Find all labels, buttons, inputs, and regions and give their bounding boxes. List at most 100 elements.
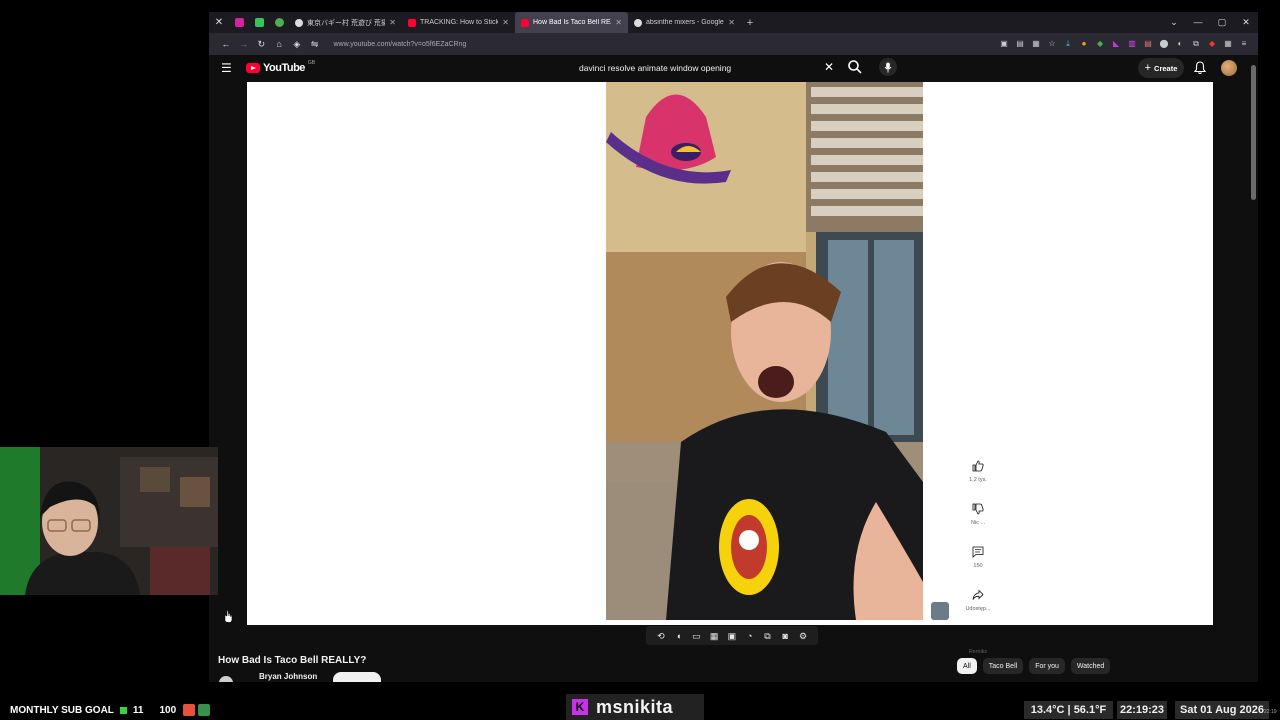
tab-absinthe[interactable]: absinthe mixers - Google Search ✕ — [628, 12, 741, 33]
taskbar-tray — [183, 704, 210, 716]
close-icon[interactable]: ✕ — [615, 18, 622, 27]
download-icon[interactable]: ⤓ — [1062, 38, 1074, 50]
chip-taco-bell[interactable]: Taco Bell — [982, 658, 1024, 674]
captions-icon[interactable]: ▭ — [691, 631, 702, 641]
bookmark-star-icon[interactable]: ☆ — [1046, 38, 1058, 50]
channel-avatar[interactable] — [218, 672, 234, 682]
reader-icon[interactable]: ▣ — [998, 38, 1010, 50]
search-input[interactable]: davinci resolve animate window opening — [568, 57, 841, 79]
comment-count: 150 — [973, 563, 983, 569]
comment-icon — [972, 546, 984, 558]
video-frame[interactable] — [606, 82, 923, 620]
close-icon[interactable]: ✕ — [389, 18, 396, 27]
sound-thumbnail[interactable] — [931, 602, 949, 620]
dislike-icon — [972, 503, 984, 515]
create-button[interactable]: + Create — [1138, 58, 1184, 78]
tab-buggy[interactable]: 東京バギー村 荒遊び 荒撮影 - ✕ — [289, 12, 402, 33]
chip-all[interactable]: All — [957, 658, 977, 674]
chevron-down-icon[interactable]: ⌄ — [1162, 17, 1186, 28]
new-tab-button[interactable]: + — [741, 17, 759, 29]
page-scrollbar[interactable] — [1249, 57, 1258, 682]
screenshot-icon[interactable]: ◙ — [780, 631, 791, 641]
action-column: 1,2 tys. Nic ... 150 Udostęp... Remiks — [962, 460, 994, 675]
audio-icon[interactable]: ◖ — [673, 631, 684, 641]
maximize-button[interactable]: ▢ — [1210, 17, 1234, 28]
close-icon[interactable]: ✕ — [502, 18, 509, 27]
tab-label: TRACKING: How to Stick an IMA — [420, 19, 499, 26]
miniplayer-icon[interactable]: ▣ — [726, 631, 737, 641]
back-button[interactable]: ← — [217, 39, 235, 49]
close-icon[interactable]: ✕ — [728, 18, 735, 27]
clip-icon[interactable]: ▦ — [709, 631, 720, 641]
close-window-button[interactable]: ✕ — [1234, 17, 1258, 28]
sub-goal-target: 100 — [159, 704, 177, 716]
home-button[interactable]: ⌂ — [270, 39, 288, 49]
extension-icon[interactable]: ▤ — [1142, 38, 1154, 50]
url-bar[interactable]: www.youtube.com/watch?v=o5f6EZaCRng — [328, 36, 999, 52]
voice-search-button[interactable] — [879, 58, 897, 76]
pip-icon[interactable]: ▤ — [1014, 38, 1026, 50]
like-button[interactable]: 1,2 tys. — [962, 460, 994, 503]
forward-button[interactable]: → — [235, 39, 253, 49]
player-control-bar: ⟲ ◖ ▭ ▦ ▣ ◔ ⧉ ◙ ⚙ — [646, 626, 818, 645]
microphone-icon — [884, 62, 892, 72]
youtube-icon — [521, 18, 529, 27]
extension-icon[interactable]: ▥ — [1126, 38, 1138, 50]
close-all-icon[interactable]: ✕ — [209, 12, 229, 33]
grid-icon[interactable]: ▦ — [1030, 38, 1042, 50]
extension-icon[interactable]: ◣ — [1110, 38, 1122, 50]
settings-gear-icon[interactable]: ⚙ — [798, 631, 809, 641]
webcam-overlay — [0, 447, 218, 595]
tab-tracking[interactable]: TRACKING: How to Stick an IMA ✕ — [402, 12, 515, 33]
loop-icon[interactable]: ⟲ — [655, 631, 666, 641]
youtube-logo[interactable]: YouTube GB — [246, 60, 316, 74]
scrollbar-thumb[interactable] — [1251, 65, 1256, 200]
pinned-tab-dot[interactable] — [269, 12, 289, 33]
minimize-button[interactable]: — — [1186, 17, 1210, 28]
like-icon — [972, 460, 984, 472]
globe-icon — [295, 18, 303, 27]
search-icon[interactable] — [847, 59, 863, 75]
pinned-tab-green[interactable] — [249, 12, 269, 33]
extension-icon[interactable]: ● — [1078, 38, 1090, 50]
extension-icon[interactable]: ◆ — [1094, 38, 1106, 50]
video-content-image — [606, 82, 923, 620]
tab-bar: ✕ 東京バギー村 荒遊び 荒撮影 - ✕ TRACKING: How to St… — [209, 12, 1258, 33]
clear-search-icon[interactable]: ✕ — [824, 60, 834, 74]
tray-app-icon[interactable] — [198, 704, 210, 716]
speed-icon[interactable]: ◔ — [744, 631, 755, 641]
comments-button[interactable]: 150 — [962, 546, 994, 589]
google-icon — [634, 18, 642, 27]
reload-button[interactable]: ↻ — [253, 39, 271, 50]
extension-icon[interactable]: ⬤ — [1158, 38, 1170, 50]
hamburger-menu-icon[interactable]: ☰ — [221, 61, 233, 75]
temperature-widget: 13.4°C | 56.1°F — [1024, 701, 1113, 719]
chip-for-you[interactable]: For you — [1029, 658, 1065, 674]
shield-icon[interactable]: ◈ — [288, 39, 306, 50]
extension-icon[interactable]: ◆ — [1206, 38, 1218, 50]
sub-goal-current: 11 — [132, 704, 144, 716]
youtube-header: ☰ YouTube GB davinci resolve animate win… — [209, 55, 1258, 83]
goal-progress-marker — [119, 706, 127, 714]
extension-icon[interactable]: ◐ — [1174, 38, 1186, 50]
share-button[interactable]: Udostęp... — [962, 589, 994, 632]
system-time: 22:19 — [1264, 709, 1277, 715]
chip-watched[interactable]: Watched — [1070, 658, 1111, 674]
extensions-icon[interactable]: ⧉ — [1190, 38, 1202, 50]
video-title[interactable]: How Bad Is Taco Bell REALLY? — [218, 655, 366, 666]
dislike-button[interactable]: Nic ... — [962, 503, 994, 546]
pinned-tab-instagram[interactable] — [229, 12, 249, 33]
country-code: GB — [307, 60, 316, 66]
site-info-icon[interactable]: ⇋ — [306, 39, 324, 50]
pip-icon[interactable]: ⧉ — [762, 631, 773, 641]
tray-app-icon[interactable] — [183, 704, 195, 716]
subscribe-button[interactable] — [333, 672, 381, 682]
notifications-bell-icon[interactable] — [1194, 61, 1206, 75]
kick-logo-icon: K — [572, 699, 588, 715]
youtube-icon — [408, 18, 416, 27]
tab-taco-bell[interactable]: How Bad Is Taco Bell REALLY? - ✕ — [515, 12, 628, 33]
menu-icon[interactable]: ≡ — [1238, 38, 1250, 50]
account-avatar[interactable] — [1221, 60, 1237, 76]
extension-icon[interactable]: ▦ — [1222, 38, 1234, 50]
channel-name[interactable]: Bryan Johnson — [259, 672, 317, 681]
